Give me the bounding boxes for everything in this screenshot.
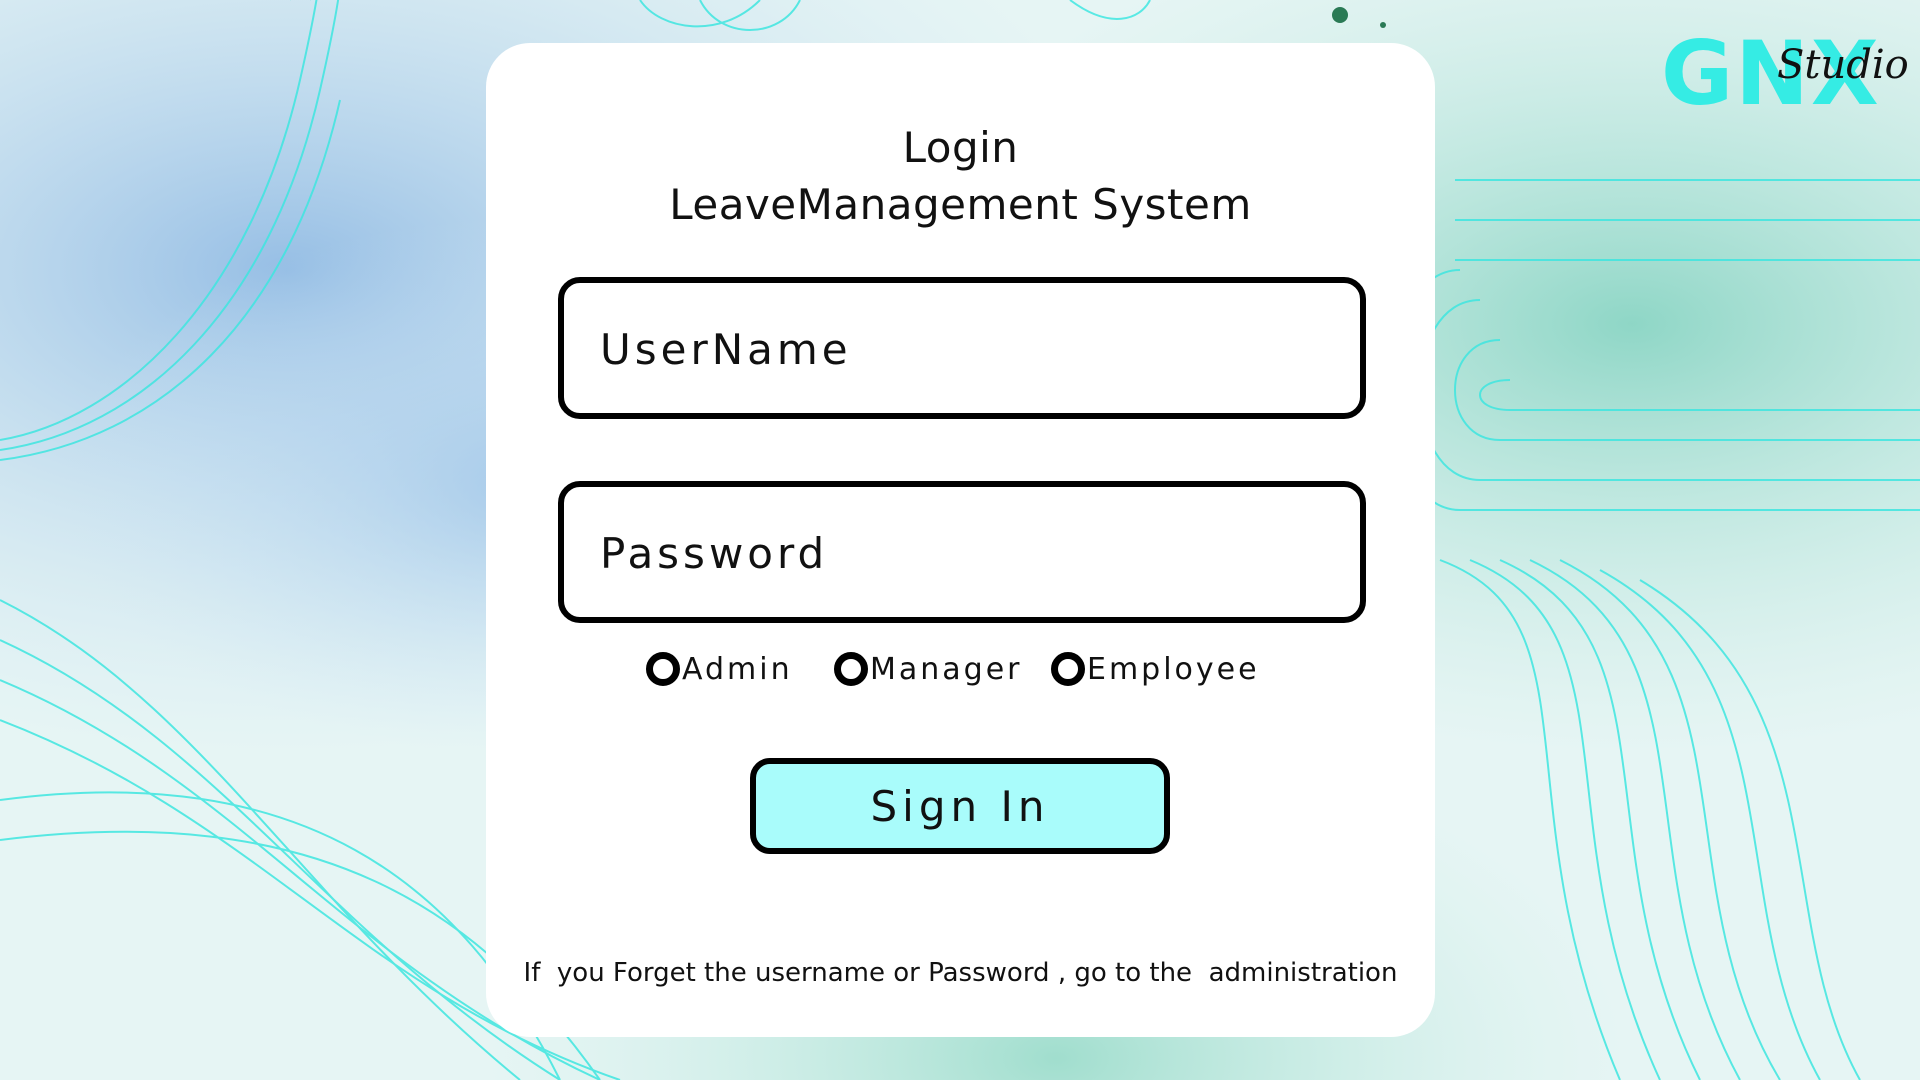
username-field [558,277,1366,419]
logo-studio-text: Studio [1777,42,1909,88]
system-title: LeaveManagement System [669,180,1252,229]
role-option-manager[interactable]: Manager [834,649,1023,689]
sign-in-button[interactable]: Sign In [750,758,1170,854]
login-title: Login [902,123,1019,172]
brand-logo: GNX Studio [1655,18,1909,125]
role-option-employee[interactable]: Employee [1051,649,1260,689]
password-input[interactable] [598,517,1322,589]
radio-admin-icon[interactable] [646,652,680,686]
forgot-credentials-note: If you Forget the username or Password ,… [523,958,1398,988]
role-label-employee: Employee [1087,651,1260,687]
login-card: Login LeaveManagement System Admin Manag… [486,43,1435,1037]
radio-manager-icon[interactable] [834,652,868,686]
role-option-admin[interactable]: Admin [646,649,793,689]
role-label-manager: Manager [870,651,1023,687]
radio-employee-icon[interactable] [1051,652,1085,686]
username-input[interactable] [598,313,1322,385]
role-label-admin: Admin [682,651,793,687]
password-field [558,481,1366,623]
